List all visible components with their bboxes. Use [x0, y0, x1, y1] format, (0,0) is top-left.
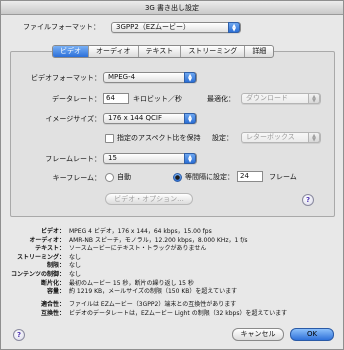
summary-value: なし	[69, 270, 82, 278]
compatibility-value: ビデオのデータレートは，EZムービー Light の制限（32 kbps）を超え…	[69, 309, 288, 317]
aspect-setting-value: レターボックス	[246, 133, 295, 141]
keyframe-interval-radio[interactable]	[173, 173, 182, 182]
summary-key: 制限：	[46, 262, 65, 270]
aspect-ratio-checkbox[interactable]	[105, 134, 114, 143]
window-title: 3G 書き出し設定	[1, 1, 343, 15]
summary-value: 最初のムービー 15 秒，断片の繰り返し 15 秒	[69, 279, 194, 287]
summary-value: MPEG 4 ビデオ，176 x 144，64 kbps，15.00 fps	[69, 228, 212, 235]
keyframe-interval-field[interactable]: 24	[237, 171, 263, 182]
file-format-label: ファイルフォーマット：	[23, 23, 100, 31]
summary-value: ソースムービーにテキスト・トラックがありません	[69, 245, 207, 253]
keyframe-unit: フレーム	[269, 173, 297, 181]
imagesize-value: 176 x 144 QCIF	[108, 114, 163, 122]
framerate-label: フレームレート：	[45, 155, 101, 163]
popup-arrow-icon: ▲ ▼	[184, 113, 196, 124]
help-icon[interactable]: ?	[302, 194, 314, 206]
summary-key: 断片化：	[40, 279, 65, 287]
video-format-value: MPEG-4	[108, 73, 136, 81]
video-format-popup[interactable]: MPEG-4 ▲ ▼	[103, 72, 197, 83]
video-format-label: ビデオフォーマット：	[31, 74, 101, 82]
aspect-setting-label: 設定：	[212, 134, 233, 142]
summary-row: 断片化： 最初のムービー 15 秒，断片の繰り返し 15 秒	[3, 280, 248, 289]
framerate-popup[interactable]: 15 ▲ ▼	[103, 153, 197, 164]
ok-button[interactable]: OK	[290, 328, 334, 341]
framerate-value: 15	[108, 154, 117, 162]
compatibility-key: 適合性：	[40, 301, 65, 308]
compatibility-row: 互換性： ビデオのデータレートは，EZムービー Light の制限（32 kbps…	[3, 310, 287, 319]
help-icon[interactable]: ?	[13, 329, 25, 341]
aspect-setting-popup[interactable]: レターボックス ▲ ▼	[241, 132, 321, 143]
popup-arrow-icon: ▲ ▼	[184, 153, 196, 164]
compatibility-key: 互換性：	[40, 309, 65, 317]
cancel-button[interactable]: キャンセル	[232, 328, 284, 341]
popup-arrow-icon: ▲ ▼	[308, 132, 320, 143]
summary-key: コンテンツの制御：	[10, 270, 65, 278]
summary-key: テキスト：	[35, 245, 65, 253]
datarate-field[interactable]: 64	[103, 93, 129, 104]
summary-row: オーディオ： AMR-NB スピーチ，モノラル，12.200 kbps，8.000…	[3, 236, 248, 246]
popup-arrow-icon: ▲ ▼	[308, 93, 320, 104]
keyframe-auto-label: 自動	[117, 173, 131, 181]
summary-value: 約 1219 KB，メールサイズの制限（150 KB）を超えています	[69, 288, 238, 296]
summary-row: 容量： 約 1219 KB，メールサイズの制限（150 KB）を超えています	[3, 288, 248, 297]
tab-video[interactable]: ビデオ	[53, 46, 89, 57]
popup-arrow-icon: ▲ ▼	[228, 22, 240, 33]
tab-text[interactable]: テキスト	[139, 46, 182, 57]
popup-arrow-icon: ▲ ▼	[184, 72, 196, 83]
compatibility-summary: 適合性： ファイルは EZムービー（3GPP2）端末との互換性があります 互換性：…	[3, 301, 287, 318]
optimize-popup[interactable]: ダウンロード ▲ ▼	[241, 93, 321, 104]
aspect-ratio-label: 指定のアスペクト比を保持	[117, 134, 201, 142]
summary-row: 制限： なし	[3, 262, 248, 271]
compatibility-row: 適合性： ファイルは EZムービー（3GPP2）端末との互換性があります	[3, 301, 287, 310]
compatibility-value: ファイルは EZムービー（3GPP2）端末との互換性があります	[69, 301, 237, 308]
export-settings-window: 3G 書き出し設定 ファイルフォーマット： 3GPP2（EZムービー） ▲ ▼ ビ…	[0, 0, 344, 350]
summary-row: ストリーミング： なし	[3, 254, 248, 263]
summary-value: なし	[69, 262, 82, 270]
summary-key: 容量：	[46, 288, 65, 296]
summary-row: テキスト： ソースムービーにテキスト・トラックがありません	[3, 245, 248, 254]
settings-tabs: ビデオ オーディオ テキスト ストリーミング 詳細	[52, 45, 275, 58]
summary-row: コンテンツの制御： なし	[3, 271, 248, 280]
imagesize-label: イメージサイズ：	[45, 115, 101, 123]
keyframe-interval-label: 等間隔に設定：	[185, 173, 234, 181]
optimize-value: ダウンロード	[246, 94, 288, 102]
summary-value: AMR-NB スピーチ，モノラル，12.200 kbps，8.000 KHz，1…	[69, 236, 248, 244]
keyframe-auto-radio[interactable]	[105, 173, 114, 182]
video-options-button[interactable]: ビデオ・オプション...	[105, 193, 193, 205]
tab-advanced[interactable]: 詳細	[245, 46, 273, 57]
datarate-label: データレート：	[52, 95, 101, 103]
settings-summary: ビデオ： MPEG 4 ビデオ，176 x 144，64 kbps，15.00 f…	[3, 228, 248, 297]
file-format-popup[interactable]: 3GPP2（EZムービー） ▲ ▼	[111, 22, 241, 33]
tab-audio[interactable]: オーディオ	[89, 46, 139, 57]
summary-key: ビデオ：	[40, 228, 65, 235]
keyframe-label: キーフレーム：	[52, 174, 101, 182]
datarate-unit: キロビット／秒	[133, 95, 182, 103]
optimize-label: 最適化：	[207, 95, 235, 103]
tab-streaming[interactable]: ストリーミング	[181, 46, 246, 57]
imagesize-popup[interactable]: 176 x 144 QCIF ▲ ▼	[103, 113, 197, 124]
summary-key: オーディオ：	[29, 236, 65, 244]
summary-value: なし	[69, 253, 82, 261]
file-format-value: 3GPP2（EZムービー）	[116, 23, 190, 31]
summary-row: ビデオ： MPEG 4 ビデオ，176 x 144，64 kbps，15.00 f…	[3, 228, 248, 237]
